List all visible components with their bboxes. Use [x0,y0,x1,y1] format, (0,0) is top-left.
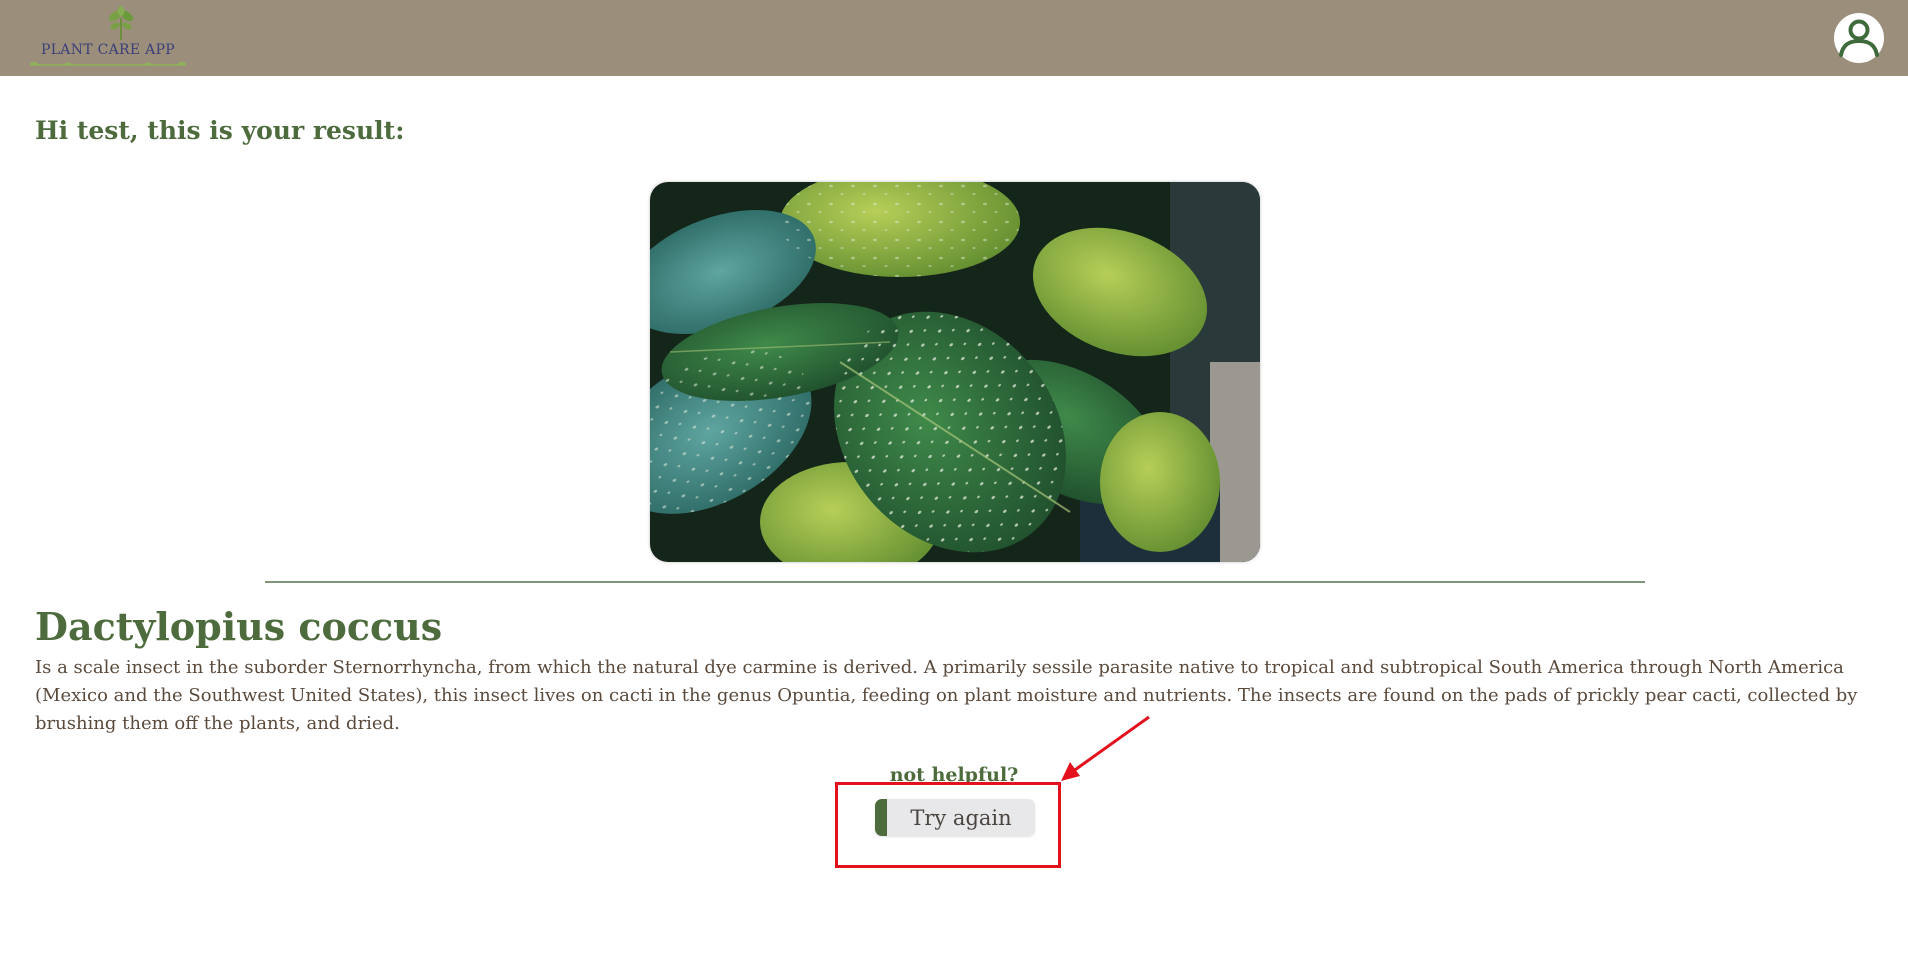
result-greeting: Hi test, this is your result: [35,116,405,145]
not-helpful-label: not helpful? [889,764,1019,786]
plant-leaves-photo [650,182,1260,562]
top-navigation-bar: PLANT CARE APP [0,0,1908,76]
species-description: Is a scale insect in the suborder Sterno… [35,657,1858,734]
species-name: Dactylopius coccus [35,604,443,649]
try-again-button[interactable]: Try again [875,799,1035,836]
section-divider [265,581,1645,583]
logo-text: PLANT CARE APP [40,42,176,58]
vine-underline-icon [30,62,186,66]
app-logo[interactable]: PLANT CARE APP [28,6,188,68]
sprout-icon [108,6,134,40]
user-profile-button[interactable] [1834,13,1884,63]
result-plant-image [650,182,1260,562]
user-profile-icon [1835,14,1883,62]
